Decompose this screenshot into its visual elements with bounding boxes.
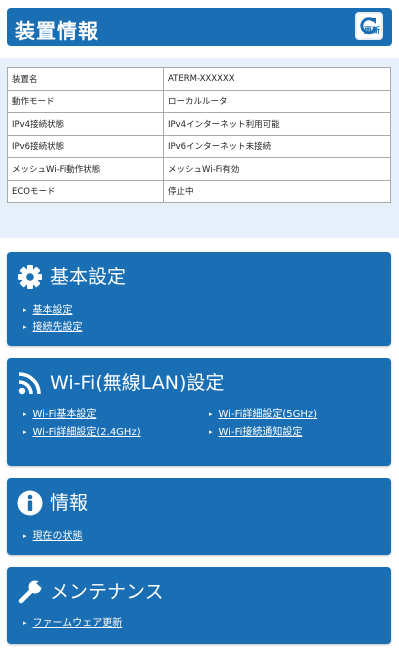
row-value: ローカルルータ xyxy=(163,89,391,113)
refresh-label: 更新 xyxy=(364,26,380,35)
basic-settings-card: 基本設定 基本設定 接続先設定 xyxy=(7,252,391,346)
basic-settings-title: 基本設定 xyxy=(50,266,127,288)
row-value: 停止中 xyxy=(163,179,391,203)
row-label: ECOモード xyxy=(7,179,164,203)
row-label: メッシュWi-Fi動作状態 xyxy=(7,157,164,181)
wrench-icon xyxy=(18,580,42,604)
info-card: 情報 現在の状態 xyxy=(7,478,391,555)
maintenance-card: メンテナンス ファームウェア更新 xyxy=(7,567,391,644)
page-title: 装置情報 xyxy=(15,19,99,43)
link-basic-settings[interactable]: 基本設定 xyxy=(23,301,73,316)
maintenance-title: メンテナンス xyxy=(50,581,164,603)
wifi-settings-card: Wi-Fi(無線LAN)設定 Wi-Fi基本設定 Wi-Fi詳細設定(2.4GH… xyxy=(7,358,391,466)
table-row: IPv4接続状態 IPv4インターネット利用可能 xyxy=(7,112,391,136)
wifi-icon xyxy=(18,372,41,395)
link-wifi-detail-5ghz[interactable]: Wi-Fi詳細設定(5GHz) xyxy=(209,405,318,420)
row-value: ATERM-XXXXXX xyxy=(163,67,391,91)
row-value: IPv4インターネット利用可能 xyxy=(163,112,391,136)
table-row: 動作モード ローカルルータ xyxy=(7,89,391,113)
table-row: メッシュWi-Fi動作状態 メッシュWi-Fi有効 xyxy=(7,157,391,181)
info-icon xyxy=(17,490,43,516)
info-title: 情報 xyxy=(50,492,89,514)
link-wifi-basic[interactable]: Wi-Fi基本設定 xyxy=(23,405,97,420)
table-row: ECOモード 停止中 xyxy=(7,179,391,203)
refresh-button[interactable]: 更新 xyxy=(355,12,383,40)
wifi-settings-title: Wi-Fi(無線LAN)設定 xyxy=(50,372,225,394)
table-row: 装置名 ATERM-XXXXXX xyxy=(7,67,391,91)
link-wifi-connection-notify[interactable]: Wi-Fi接続通知設定 xyxy=(209,423,303,438)
link-current-status[interactable]: 現在の状態 xyxy=(23,527,83,542)
row-value: IPv6インターネット未接続 xyxy=(163,134,391,158)
link-connection-settings[interactable]: 接続先設定 xyxy=(23,318,83,333)
device-info-table: 装置名 ATERM-XXXXXX 動作モード ローカルルータ IPv4接続状態 IPv… xyxy=(7,67,391,203)
link-wifi-detail-24ghz[interactable]: Wi-Fi詳細設定(2.4GHz) xyxy=(23,423,141,438)
gear-icon xyxy=(18,265,42,289)
row-label: 動作モード xyxy=(7,89,164,113)
row-label: IPv4接続状態 xyxy=(7,112,164,136)
device-info-header: 装置情報 更新 xyxy=(7,8,392,46)
row-label: IPv6接続状態 xyxy=(7,134,164,158)
link-firmware-update[interactable]: ファームウェア更新 xyxy=(23,614,123,629)
table-row: IPv6接続状態 IPv6インターネット未接続 xyxy=(7,134,391,158)
row-label: 装置名 xyxy=(7,67,164,91)
row-value: メッシュWi-Fi有効 xyxy=(163,157,391,181)
